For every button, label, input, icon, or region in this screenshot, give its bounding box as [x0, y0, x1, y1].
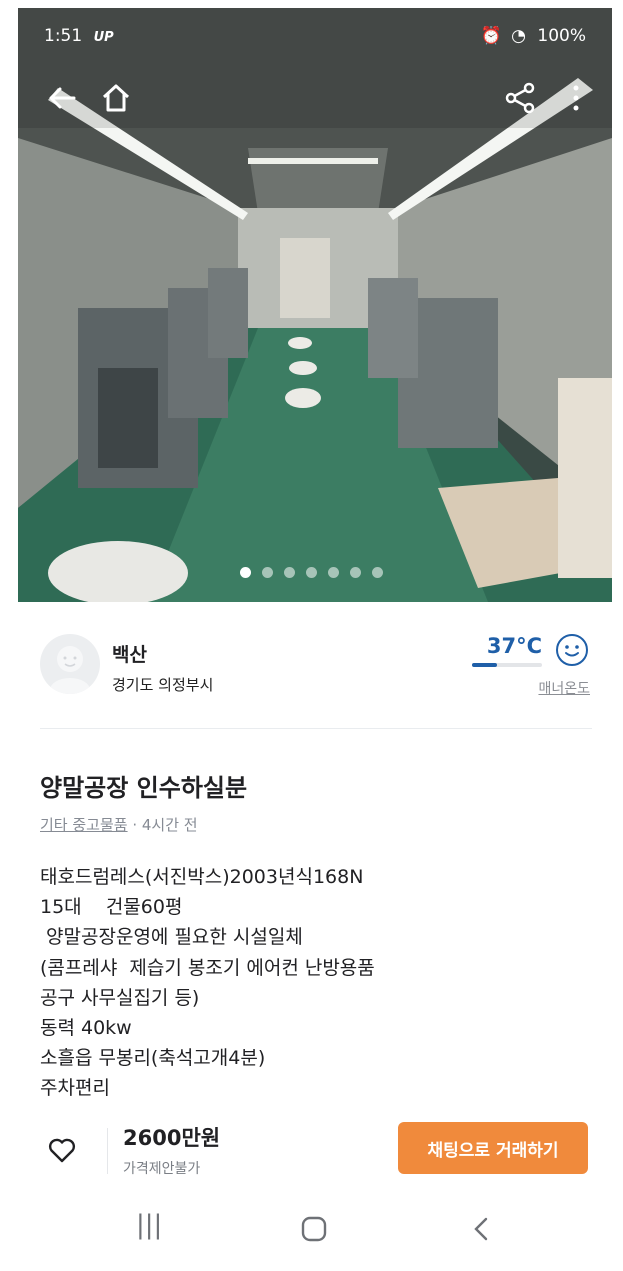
carousel-dot[interactable]: [262, 567, 273, 578]
status-time: 1:51 UP: [44, 26, 114, 46]
system-navigation-bar: |||: [0, 1200, 623, 1260]
share-icon[interactable]: [502, 80, 538, 116]
battery-level: 100%: [537, 26, 586, 46]
manner-temperature-label[interactable]: 매너온도: [538, 678, 590, 698]
price: 2600만원: [123, 1126, 221, 1150]
more-icon[interactable]: [566, 80, 586, 116]
heart-icon[interactable]: [46, 1134, 78, 1166]
alarm-icon: ⏰: [480, 26, 502, 46]
carousel-dot[interactable]: [328, 567, 339, 578]
carousel-dot[interactable]: [240, 567, 251, 578]
carousel-dot[interactable]: [372, 567, 383, 578]
description-line: 동력 40kw: [40, 1017, 132, 1040]
carousel-dot[interactable]: [350, 567, 361, 578]
manner-temperature: 37°C: [486, 634, 542, 658]
divider: [40, 728, 592, 729]
description-line: (콤프레샤 제습기 봉조기 에어컨 난방용품: [40, 956, 375, 979]
wifi-icon: ◔: [511, 26, 526, 46]
smile-icon: [556, 634, 588, 666]
description-line: 공구 사무실집기 등): [40, 986, 200, 1009]
manner-temperature-fill: [472, 663, 498, 667]
description-line: 소흘읍 무봉리(축석고개4분): [40, 1047, 266, 1070]
manner-temperature-bar: [472, 663, 542, 667]
status-bar: 1:51 UP ⏰ ◔ 100%: [18, 8, 612, 52]
post-title: 양말공장 인수하실분: [40, 774, 248, 802]
photo-top-nav: [18, 70, 612, 130]
post-time: · 4시간 전: [127, 816, 198, 834]
carrier-label: UP: [93, 30, 114, 45]
seller-profile[interactable]: 백산 경기도 의정부시 37°C 매너온도: [40, 632, 592, 702]
carousel-indicator: [240, 567, 383, 578]
seller-nickname[interactable]: 백산: [112, 640, 147, 667]
recent-apps-icon[interactable]: |||: [136, 1210, 162, 1240]
seller-region: 경기도 의정부시: [112, 676, 214, 694]
post-description: 태호드럼레스(서진박스)2003년식168N 15대 건물60평 양말공장운영에…: [40, 862, 592, 1104]
price-offer-note: 가격제안불가: [123, 1161, 201, 1177]
bottom-action-bar: 2600만원 가격제안불가 채팅으로 거래하기: [0, 1108, 623, 1194]
home-button-icon[interactable]: [301, 1216, 327, 1242]
description-line: 주차편리: [40, 1077, 110, 1100]
home-icon[interactable]: [98, 80, 134, 116]
carousel-dot[interactable]: [306, 567, 317, 578]
back-arrow-icon[interactable]: [44, 80, 80, 116]
avatar[interactable]: [40, 634, 100, 694]
carousel-dot[interactable]: [284, 567, 295, 578]
chat-to-trade-button[interactable]: 채팅으로 거래하기: [398, 1122, 588, 1174]
default-avatar-icon: [50, 646, 90, 694]
description-line: 양말공장운영에 필요한 시설일체: [40, 926, 303, 949]
description-line: 15대 건물60평: [40, 896, 183, 919]
status-icons: ⏰ ◔ 100%: [481, 26, 586, 46]
post-meta: 기타 중고물품 · 4시간 전: [40, 814, 198, 835]
vertical-divider: [107, 1128, 108, 1174]
description-line: 태호드럼레스(서진박스)2003년식168N: [40, 866, 364, 888]
back-button-icon[interactable]: [472, 1216, 490, 1242]
post-category[interactable]: 기타 중고물품: [40, 816, 128, 834]
